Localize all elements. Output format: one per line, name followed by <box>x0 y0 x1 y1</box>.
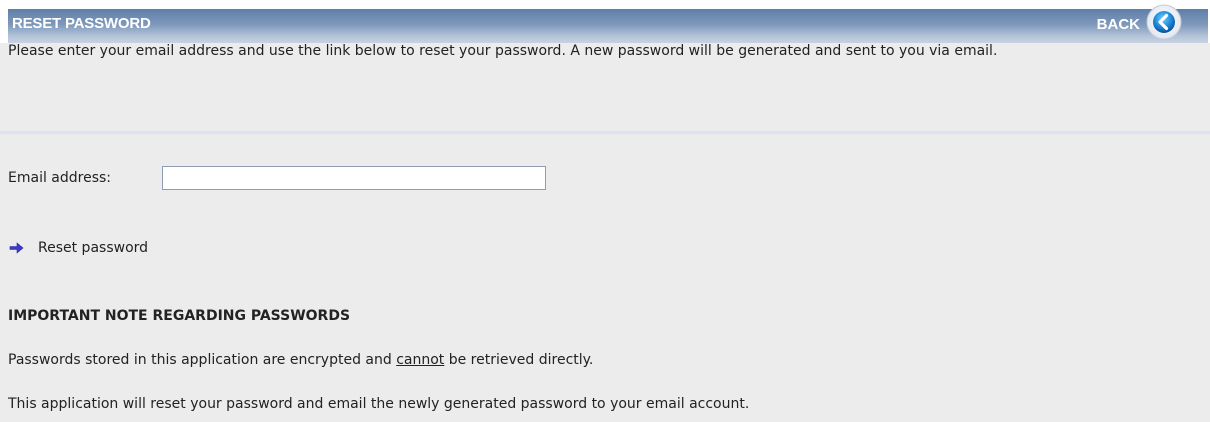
reset-password-label: Reset password <box>38 240 149 256</box>
email-row: Email address: <box>8 166 546 190</box>
note-line-encryption-end: be retrieved directly. <box>444 352 594 368</box>
header-bar: RESET PASSWORD BACK <box>8 4 1208 43</box>
note-emphasis-cannot: cannot <box>396 352 445 368</box>
intro-text: Please enter your email address and use … <box>8 43 998 59</box>
note-heading: IMPORTANT NOTE REGARDING PASSWORDS <box>8 308 351 324</box>
right-arrow-icon <box>9 242 24 254</box>
section-divider <box>0 131 1210 134</box>
note-line-encryption-start: Passwords stored in this application are… <box>8 352 397 368</box>
note-line-encryption: Passwords stored in this application are… <box>8 352 593 368</box>
page-header: RESET PASSWORD BACK <box>0 0 1210 43</box>
email-label: Email address: <box>8 170 112 186</box>
email-field[interactable] <box>162 166 546 190</box>
back-arrow-circle-icon <box>1146 4 1182 40</box>
back-label: BACK <box>1096 15 1140 33</box>
reset-password-link[interactable]: Reset password <box>9 240 148 256</box>
back-button[interactable]: BACK <box>1097 4 1182 40</box>
page-title: RESET PASSWORD <box>12 15 151 32</box>
note-line-reset: This application will reset your passwor… <box>8 396 750 412</box>
